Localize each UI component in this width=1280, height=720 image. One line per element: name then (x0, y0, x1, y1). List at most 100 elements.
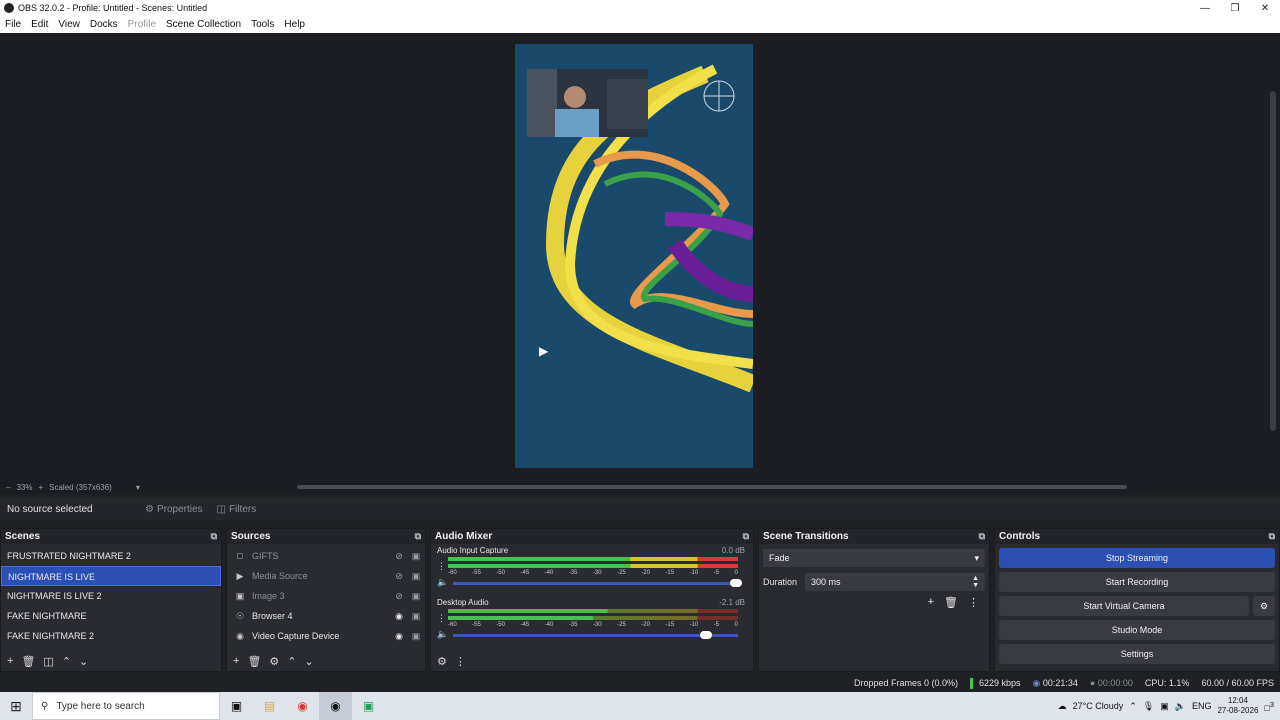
volume-slider-handle[interactable] (700, 631, 712, 639)
start-recording-button[interactable]: Start Recording (999, 572, 1275, 592)
source-properties-icon[interactable]: ⚙ (269, 655, 279, 668)
channel-menu-icon[interactable]: ⋮ (437, 610, 448, 626)
eye-icon[interactable]: ◉ (391, 611, 407, 622)
file-explorer-icon[interactable]: ▤ (253, 692, 286, 720)
undock-icon[interactable]: ⧉ (1269, 531, 1275, 542)
speaker-icon[interactable]: 🔈 (437, 626, 448, 642)
notifications-icon[interactable]: □3 (1264, 700, 1274, 713)
restore-icon[interactable]: ❐ (1220, 0, 1250, 16)
settings-button[interactable]: Settings (999, 644, 1275, 664)
filters-label: Filters (229, 503, 257, 515)
sources-title: Sources (231, 531, 271, 542)
minimize-icon[interactable]: — (1190, 0, 1220, 16)
undock-icon[interactable]: ⧉ (211, 531, 217, 542)
preview-vertical-scrollbar[interactable] (1270, 91, 1276, 431)
task-view-icon[interactable]: ▣ (220, 692, 253, 720)
source-item[interactable]: ☉ Browser 4 ◉ ▣ (227, 606, 425, 626)
stop-streaming-button[interactable]: Stop Streaming (999, 548, 1275, 568)
undock-icon[interactable]: ⧉ (415, 531, 421, 542)
weather-text[interactable]: 27°C Cloudy (1073, 701, 1124, 711)
start-virtual-camera-button[interactable]: Start Virtual Camera (999, 596, 1249, 616)
scene-item[interactable]: NIGHTMARE IS LIVE 2 (1, 586, 221, 606)
undock-icon[interactable]: ⧉ (743, 531, 749, 542)
source-name: GIFTS (252, 551, 279, 561)
menu-file[interactable]: File (0, 19, 26, 30)
add-transition-icon[interactable]: + (928, 596, 934, 609)
microphone-icon[interactable]: 🎙 (1143, 701, 1154, 712)
lock-icon[interactable]: ▣ (407, 631, 425, 642)
language-indicator[interactable]: ENG (1192, 701, 1212, 711)
volume-slider[interactable] (453, 634, 738, 637)
advanced-audio-icon[interactable]: ⚙ (437, 655, 447, 668)
preview-area[interactable]: ▶ (0, 33, 1280, 480)
source-item[interactable]: ▶ Media Source ⊘ ▣ (227, 566, 425, 586)
close-icon[interactable]: ✕ (1250, 0, 1280, 16)
menu-tools[interactable]: Tools (246, 19, 279, 30)
scene-item[interactable]: FAKE NIGHTMARE (1, 606, 221, 626)
preview-horizontal-scrollbar[interactable] (297, 485, 1127, 489)
obs-taskbar-icon[interactable]: ◉ (319, 692, 352, 720)
zoom-in-icon[interactable]: + (38, 483, 43, 492)
virtual-camera-settings-icon[interactable]: ⚙ (1253, 596, 1275, 616)
lock-icon[interactable]: ▣ (407, 611, 425, 622)
spin-arrows-icon[interactable]: ▲ ▼ (972, 575, 979, 589)
lock-icon[interactable]: ▣ (407, 551, 425, 562)
source-item[interactable]: □ GIFTS ⊘ ▣ (227, 546, 425, 566)
menu-docks[interactable]: Docks (85, 19, 123, 30)
lock-icon[interactable]: ▣ (407, 591, 425, 602)
add-source-icon[interactable]: + (233, 655, 239, 667)
source-name: Browser 4 (252, 611, 293, 621)
mixer-menu-icon[interactable]: ⋮ (455, 655, 466, 668)
app-icon[interactable]: ▣ (352, 692, 385, 720)
source-item[interactable]: ◉ Video Capture Device ◉ ▣ (227, 626, 425, 646)
scene-item-selected[interactable]: NIGHTMARE IS LIVE (1, 566, 221, 586)
channel-menu-icon[interactable]: ⋮ (437, 558, 448, 574)
record-time: ● 00:00:00 (1089, 678, 1133, 688)
eye-hidden-icon[interactable]: ⊘ (391, 571, 407, 582)
scene-item[interactable]: FRUSTRATED NIGHTMARE 2 (1, 546, 221, 566)
move-down-icon[interactable]: ⌄ (79, 655, 88, 668)
volume-slider[interactable] (453, 582, 738, 585)
clock[interactable]: 12:04 27-08-2026 (1217, 696, 1258, 716)
menu-help[interactable]: Help (279, 19, 310, 30)
add-scene-icon[interactable]: + (7, 655, 13, 667)
menu-profile[interactable]: Profile (123, 19, 161, 30)
move-up-icon[interactable]: ⌃ (287, 655, 296, 668)
properties-button[interactable]: ⚙ Properties (145, 504, 203, 515)
duration-label: Duration (763, 577, 798, 587)
transition-select[interactable]: Fade ▾ (763, 549, 985, 567)
source-item[interactable]: ▣ Image 3 ⊘ ▣ (227, 586, 425, 606)
program-canvas[interactable] (515, 44, 753, 468)
transition-menu-icon[interactable]: ⋮ (968, 596, 979, 609)
tray-chevron-icon[interactable]: ⌃ (1129, 701, 1137, 712)
scene-item[interactable]: FAKE NIGHTMARE 2 (1, 626, 221, 646)
menu-view[interactable]: View (53, 19, 85, 30)
menu-edit[interactable]: Edit (26, 19, 53, 30)
meter-ticks: -60 -55 -50 -45 -40 -35 -30 -25 -20 -15 -10 -5 0 (448, 570, 738, 576)
filters-button[interactable]: ◫ Filters (217, 504, 257, 515)
zoom-out-icon[interactable]: – (6, 483, 10, 492)
eye-hidden-icon[interactable]: ⊘ (391, 551, 407, 562)
undock-icon[interactable]: ⧉ (979, 531, 985, 542)
menu-scene-collection[interactable]: Scene Collection (161, 19, 246, 30)
eye-icon[interactable]: ◉ (391, 631, 407, 642)
taskbar-search[interactable]: ⚲ Type here to search (32, 692, 220, 720)
move-down-icon[interactable]: ⌄ (305, 655, 314, 668)
eye-hidden-icon[interactable]: ⊘ (391, 591, 407, 602)
scale-dropdown-icon[interactable]: ▾ (136, 483, 140, 492)
remove-transition-icon[interactable]: 🗑 (944, 596, 958, 609)
chrome-icon[interactable]: ◉ (286, 692, 319, 720)
studio-mode-button[interactable]: Studio Mode (999, 620, 1275, 640)
windows-start-icon[interactable]: ⊞ (0, 698, 32, 715)
volume-icon[interactable]: 🔈 (1175, 701, 1186, 712)
remove-scene-icon[interactable]: 🗑 (21, 655, 35, 668)
lock-icon[interactable]: ▣ (407, 571, 425, 582)
network-icon[interactable]: ▣ (1160, 701, 1169, 712)
volume-slider-handle[interactable] (730, 579, 742, 587)
speaker-icon[interactable]: 🔈 (437, 574, 448, 590)
duration-spinbox[interactable]: 300 ms ▲ ▼ (805, 573, 985, 591)
mixer-title: Audio Mixer (435, 531, 493, 542)
move-up-icon[interactable]: ⌃ (62, 655, 71, 668)
scene-filters-icon[interactable]: ◫ (43, 655, 53, 668)
remove-source-icon[interactable]: 🗑 (247, 655, 261, 668)
